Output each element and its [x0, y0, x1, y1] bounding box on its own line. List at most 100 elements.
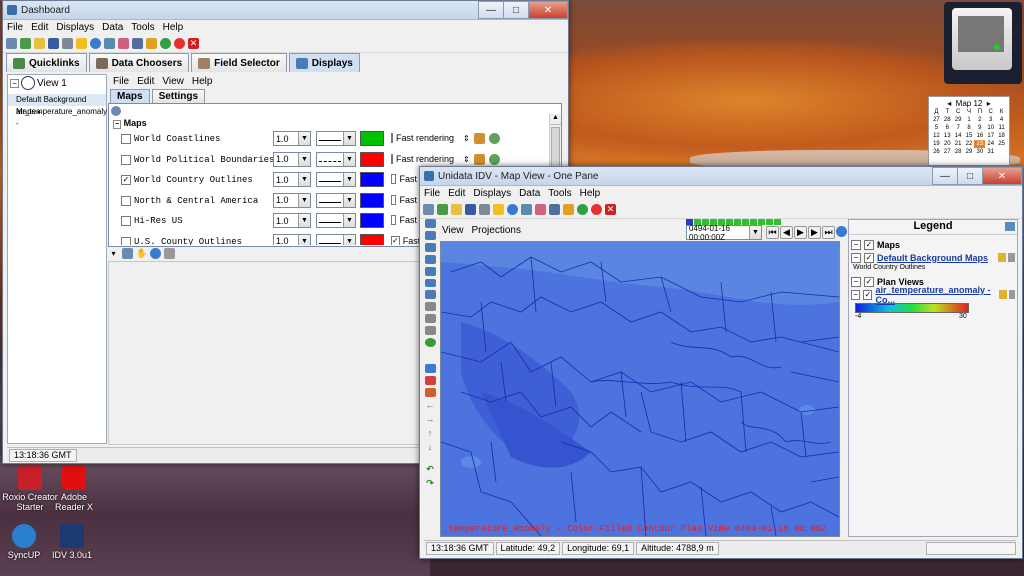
menu-file[interactable]: File — [424, 188, 440, 199]
air-temperature-link[interactable]: air_temperature_anomaly - Co... — [875, 285, 999, 305]
eraser-icon[interactable] — [535, 204, 546, 215]
play-icon[interactable]: ▶ — [794, 226, 807, 239]
refresh-icon[interactable] — [424, 338, 436, 347]
fast-rendering-option[interactable]: Fast — [391, 215, 417, 225]
line-style-select[interactable]: ▼ — [316, 192, 356, 208]
map-color-swatch[interactable] — [360, 131, 384, 146]
trash-icon[interactable] — [164, 248, 175, 259]
fast-rendering-checkbox[interactable] — [391, 153, 393, 164]
time-select[interactable]: 0494-01-16 00:00:00Z ▼ — [686, 224, 762, 242]
zoom-in-magnifier-icon[interactable] — [424, 364, 436, 374]
color-scale-bar[interactable] — [855, 303, 969, 313]
minimize-button[interactable]: — — [932, 167, 958, 185]
line-width-select[interactable]: 1.0 ▼ — [273, 233, 311, 245]
line-style-select[interactable]: ▼ — [316, 151, 356, 167]
help-icon[interactable] — [507, 204, 518, 215]
fast-rendering-checkbox[interactable] — [391, 174, 397, 184]
chevron-down-icon[interactable]: ▼ — [298, 173, 310, 186]
map-visible-checkbox[interactable] — [121, 154, 131, 165]
stop-icon[interactable] — [591, 204, 602, 215]
globe-view-icon[interactable] — [424, 254, 436, 264]
step-back-icon[interactable]: ◀ — [780, 226, 793, 239]
chevron-down-icon[interactable]: ▼ — [298, 132, 310, 145]
map-canvas[interactable]: _temperature_anomaly - Color-Filled Cont… — [440, 241, 840, 537]
calendar-next-icon[interactable]: ▸ — [987, 99, 991, 108]
add-map-icon[interactable] — [122, 248, 133, 259]
map-color-swatch[interactable] — [360, 213, 384, 228]
map-color-swatch[interactable] — [360, 192, 384, 208]
arrow-down-icon[interactable]: ↓ — [425, 442, 436, 453]
map-visible-checkbox[interactable] — [121, 236, 131, 245]
rotate-icon[interactable] — [424, 242, 436, 252]
projections-menu[interactable]: Projections — [472, 225, 521, 236]
trash-icon[interactable] — [1008, 290, 1015, 299]
legend-item-background-maps[interactable]: − ✓ Default Background Maps — [851, 251, 1017, 264]
map-visible-checkbox[interactable] — [121, 195, 131, 206]
background-maps-link[interactable]: Default Background Maps — [877, 253, 988, 263]
add-icon[interactable] — [488, 133, 500, 144]
first-frame-icon[interactable]: ⏮ — [766, 226, 779, 239]
mail-icon[interactable] — [521, 204, 532, 215]
legend-item-air-temperature[interactable]: − ✓ air_temperature_anomaly - Co... — [851, 285, 1017, 305]
last-frame-icon[interactable]: ⏭ — [822, 226, 835, 239]
line-width-select[interactable]: 1.0 ▼ — [273, 213, 311, 228]
step-forward-icon[interactable]: ▶ — [808, 226, 821, 239]
collapse-icon[interactable]: − — [851, 252, 861, 263]
map-visible-checkbox[interactable] — [121, 134, 131, 144]
line-style-select[interactable]: ▼ — [316, 213, 356, 228]
add-icon[interactable] — [488, 153, 500, 165]
chevron-down-icon[interactable]: ▼ — [298, 152, 310, 166]
chevron-down-icon[interactable]: ▼ — [343, 132, 355, 145]
chevron-down-icon[interactable]: ▾ — [108, 248, 119, 259]
lock-icon[interactable] — [998, 253, 1006, 262]
fast-rendering-checkbox[interactable] — [391, 194, 397, 205]
desktop-icon-idv[interactable]: IDV 3.0u1 — [42, 524, 102, 560]
star-icon[interactable] — [493, 204, 504, 215]
map-visible-checkbox[interactable]: ✓ — [121, 175, 131, 185]
chevron-down-icon[interactable]: ▼ — [343, 152, 355, 166]
chevron-down-icon[interactable]: ▼ — [343, 193, 355, 207]
fast-rendering-option[interactable]: ✓ Fast — [391, 235, 420, 245]
line-style-select[interactable]: ▼ — [316, 131, 356, 146]
arrow-left-icon[interactable]: ← — [425, 400, 436, 411]
collapse-icon[interactable]: − — [851, 276, 861, 287]
collapse-icon[interactable]: − — [851, 239, 861, 250]
info-icon[interactable] — [150, 248, 161, 259]
wireframe-icon[interactable] — [424, 314, 436, 324]
chevron-down-icon[interactable]: ▼ — [298, 234, 310, 245]
line-width-select[interactable]: 1.0 ▼ — [273, 192, 311, 208]
fast-rendering-checkbox[interactable] — [391, 133, 393, 143]
edit-icon[interactable] — [473, 153, 485, 165]
fast-rendering-checkbox[interactable]: ✓ — [391, 235, 400, 245]
lock-icon[interactable] — [999, 290, 1007, 299]
home-icon[interactable] — [424, 388, 436, 398]
intel-gadget[interactable] — [944, 2, 1022, 84]
chevron-down-icon[interactable]: ▼ — [749, 226, 761, 239]
undo-icon[interactable]: ↶ — [425, 464, 436, 475]
calendar-prev-icon[interactable]: ◂ — [947, 99, 951, 108]
box-icon[interactable] — [424, 302, 436, 312]
line-style-select[interactable]: ▼ — [316, 233, 356, 245]
map-color-swatch[interactable] — [360, 172, 384, 187]
menu-edit[interactable]: Edit — [448, 188, 465, 199]
legend-float-icon[interactable] — [1005, 222, 1015, 231]
top-view-icon[interactable] — [424, 266, 436, 276]
save-icon[interactable] — [465, 204, 476, 215]
background-maps-checkbox[interactable]: ✓ — [864, 252, 874, 263]
map-visible-checkbox[interactable] — [121, 216, 131, 226]
fast-rendering-option[interactable]: Fast rendering — [391, 153, 454, 164]
close-button[interactable]: ✕ — [982, 167, 1022, 185]
chevron-down-icon[interactable]: ▼ — [298, 214, 310, 227]
fast-rendering-option[interactable]: Fast — [391, 194, 417, 205]
zoom-in-icon[interactable] — [424, 219, 436, 228]
north-view-icon[interactable] — [424, 278, 436, 288]
folder-icon[interactable] — [451, 204, 462, 215]
calendar-gadget[interactable]: ◂ Map 12 ▸ ДТСЧПСК 27 28 29 1 2 3 4 5 6 7 8 9 10 11 … — [928, 96, 1010, 166]
line-width-select[interactable]: 1.0 ▼ — [273, 172, 311, 187]
south-view-icon[interactable] — [424, 290, 436, 300]
trash-icon[interactable] — [1008, 253, 1015, 262]
redo-icon[interactable]: ↷ — [425, 478, 436, 489]
chevron-down-icon[interactable]: ▼ — [343, 173, 355, 186]
line-width-select[interactable]: 1.0 ▼ — [273, 131, 311, 146]
save-as-icon[interactable] — [479, 204, 490, 215]
